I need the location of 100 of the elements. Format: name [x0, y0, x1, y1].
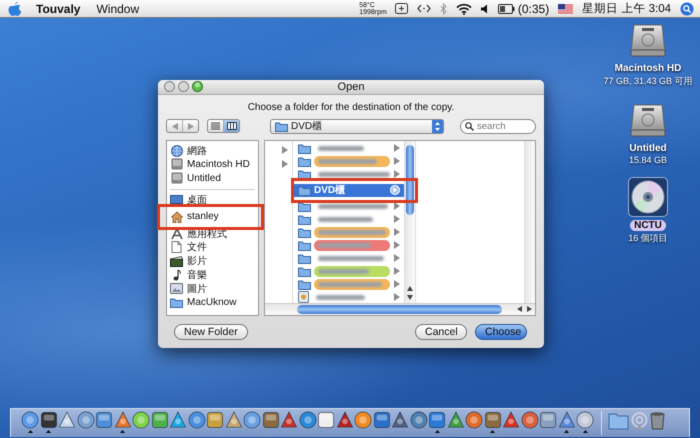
volume-icon[interactable]: [480, 4, 489, 14]
sidebar-item[interactable]: Macintosh HD: [170, 158, 258, 172]
app-icon[interactable]: [206, 411, 224, 429]
app-icon[interactable]: [502, 411, 520, 429]
battery-icon[interactable]: [498, 4, 515, 14]
flag-icon[interactable]: [558, 4, 574, 14]
app-icon[interactable]: [224, 411, 242, 429]
app-icon[interactable]: [114, 411, 132, 429]
app-icon[interactable]: [58, 411, 76, 429]
app-icon[interactable]: [21, 411, 39, 429]
search-field[interactable]: search: [460, 118, 536, 134]
choose-button[interactable]: Choose: [475, 324, 527, 340]
blurred-text: [318, 146, 364, 151]
app-icon[interactable]: [520, 411, 538, 429]
globe-icon: [170, 144, 182, 157]
close-button[interactable]: [164, 81, 175, 92]
folder-icon: [298, 266, 311, 277]
folder-icon: [298, 278, 311, 290]
app-icon[interactable]: [336, 411, 354, 429]
app-icon[interactable]: [262, 411, 280, 429]
sidebar-item[interactable]: MacUknow: [170, 296, 258, 310]
app-icon[interactable]: [150, 411, 168, 429]
desktop-icon-label[interactable]: Untitled: [625, 143, 671, 154]
hard-disk-icon: [629, 103, 667, 137]
app-icon[interactable]: [132, 411, 150, 429]
app-icon[interactable]: [76, 411, 94, 429]
minimize-button[interactable]: [178, 81, 189, 92]
app-icon[interactable]: [243, 411, 261, 429]
app-icon[interactable]: [95, 411, 113, 429]
app-icon[interactable]: [484, 411, 502, 429]
sidebar-item[interactable]: 桌面: [170, 193, 258, 207]
right-arrow-icon: [188, 122, 194, 130]
app-icon[interactable]: [372, 411, 390, 429]
new-folder-button[interactable]: New Folder: [174, 324, 248, 340]
search-icon[interactable]: [680, 2, 694, 16]
list-view-icon: [211, 122, 220, 130]
sidebar-item[interactable]: 圖片: [170, 282, 258, 296]
app-icon[interactable]: [576, 411, 594, 429]
search-icon: [465, 122, 474, 131]
plus-box-icon[interactable]: [394, 3, 408, 14]
sidebar-item[interactable]: 網路: [170, 144, 258, 158]
folder-icon: [298, 156, 311, 167]
app-icon[interactable]: [410, 411, 428, 429]
sidebar-item[interactable]: stanley: [170, 210, 258, 224]
blurred-text: [318, 256, 384, 261]
blurred-text: [318, 242, 371, 248]
scroll-thumb[interactable]: [406, 144, 414, 215]
folder-icon: [298, 142, 311, 154]
bluetooth-icon[interactable]: [440, 2, 447, 14]
app-icon[interactable]: [280, 411, 298, 429]
page-icon: [171, 241, 182, 254]
app-icon[interactable]: [558, 411, 576, 429]
sidebar-item[interactable]: Untitled: [170, 171, 258, 186]
file-row[interactable]: DVD櫃: [293, 184, 404, 197]
house-icon: [170, 210, 182, 223]
music-note-icon: [172, 268, 182, 281]
app-menu[interactable]: Touvaly: [28, 2, 88, 16]
app-icon[interactable]: [188, 411, 206, 429]
app-icon[interactable]: [40, 411, 58, 429]
battery-time: (0:35): [518, 2, 550, 16]
app-icon[interactable]: [428, 411, 446, 429]
desktop-icon-detail: 16 個項目: [628, 232, 668, 245]
app-icon[interactable]: [298, 411, 316, 429]
desktop-icon-detail: 15.84 GB: [628, 155, 668, 165]
app-icon[interactable]: [354, 411, 372, 429]
location-popup[interactable]: DVD櫃: [270, 118, 444, 134]
app-icon[interactable]: [391, 411, 409, 429]
desktop-icon-label[interactable]: Macintosh HD: [610, 63, 686, 74]
blurred-text: [318, 216, 373, 222]
view-button[interactable]: [224, 120, 239, 132]
hard-disk-icon: [628, 23, 667, 57]
trash-icon[interactable]: [649, 411, 666, 430]
menu-clock[interactable]: 星期日 上午 3:04: [582, 1, 671, 16]
folder-icon: [298, 226, 311, 238]
left-arrow-icon: [172, 122, 178, 130]
picture-frame-icon: [170, 283, 183, 294]
app-icon[interactable]: [317, 411, 335, 429]
sidebar-item[interactable]: 音樂: [170, 268, 258, 282]
window-title: Open: [336, 80, 366, 93]
cancel-button[interactable]: Cancel: [415, 324, 467, 340]
folder-icon: [170, 297, 183, 308]
desktop-icon-label[interactable]: NCTU: [630, 220, 666, 231]
app-icon[interactable]: [446, 411, 464, 429]
folder-icon[interactable]: [608, 411, 629, 430]
zoom-button[interactable]: [192, 81, 203, 92]
menu-item[interactable]: Window: [88, 2, 148, 16]
app-icon[interactable]: [169, 411, 187, 429]
blurred-text: [318, 172, 390, 177]
sidebar-item[interactable]: 文件: [170, 240, 258, 254]
scroll-thumb[interactable]: [297, 304, 502, 314]
sidebar-item[interactable]: 影片: [170, 254, 258, 268]
apple-menu-icon[interactable]: [8, 1, 22, 16]
screen-icon: [170, 194, 183, 206]
desktop-icon-detail: 77 GB, 31.43 GB 可用: [603, 75, 693, 88]
blurred-text: [318, 204, 388, 209]
wifi-icon[interactable]: [456, 2, 472, 14]
chevrons-icon[interactable]: [416, 4, 431, 13]
app-icon[interactable]: [465, 411, 483, 429]
app-icon[interactable]: [539, 411, 557, 429]
blurred-text: [318, 230, 386, 235]
